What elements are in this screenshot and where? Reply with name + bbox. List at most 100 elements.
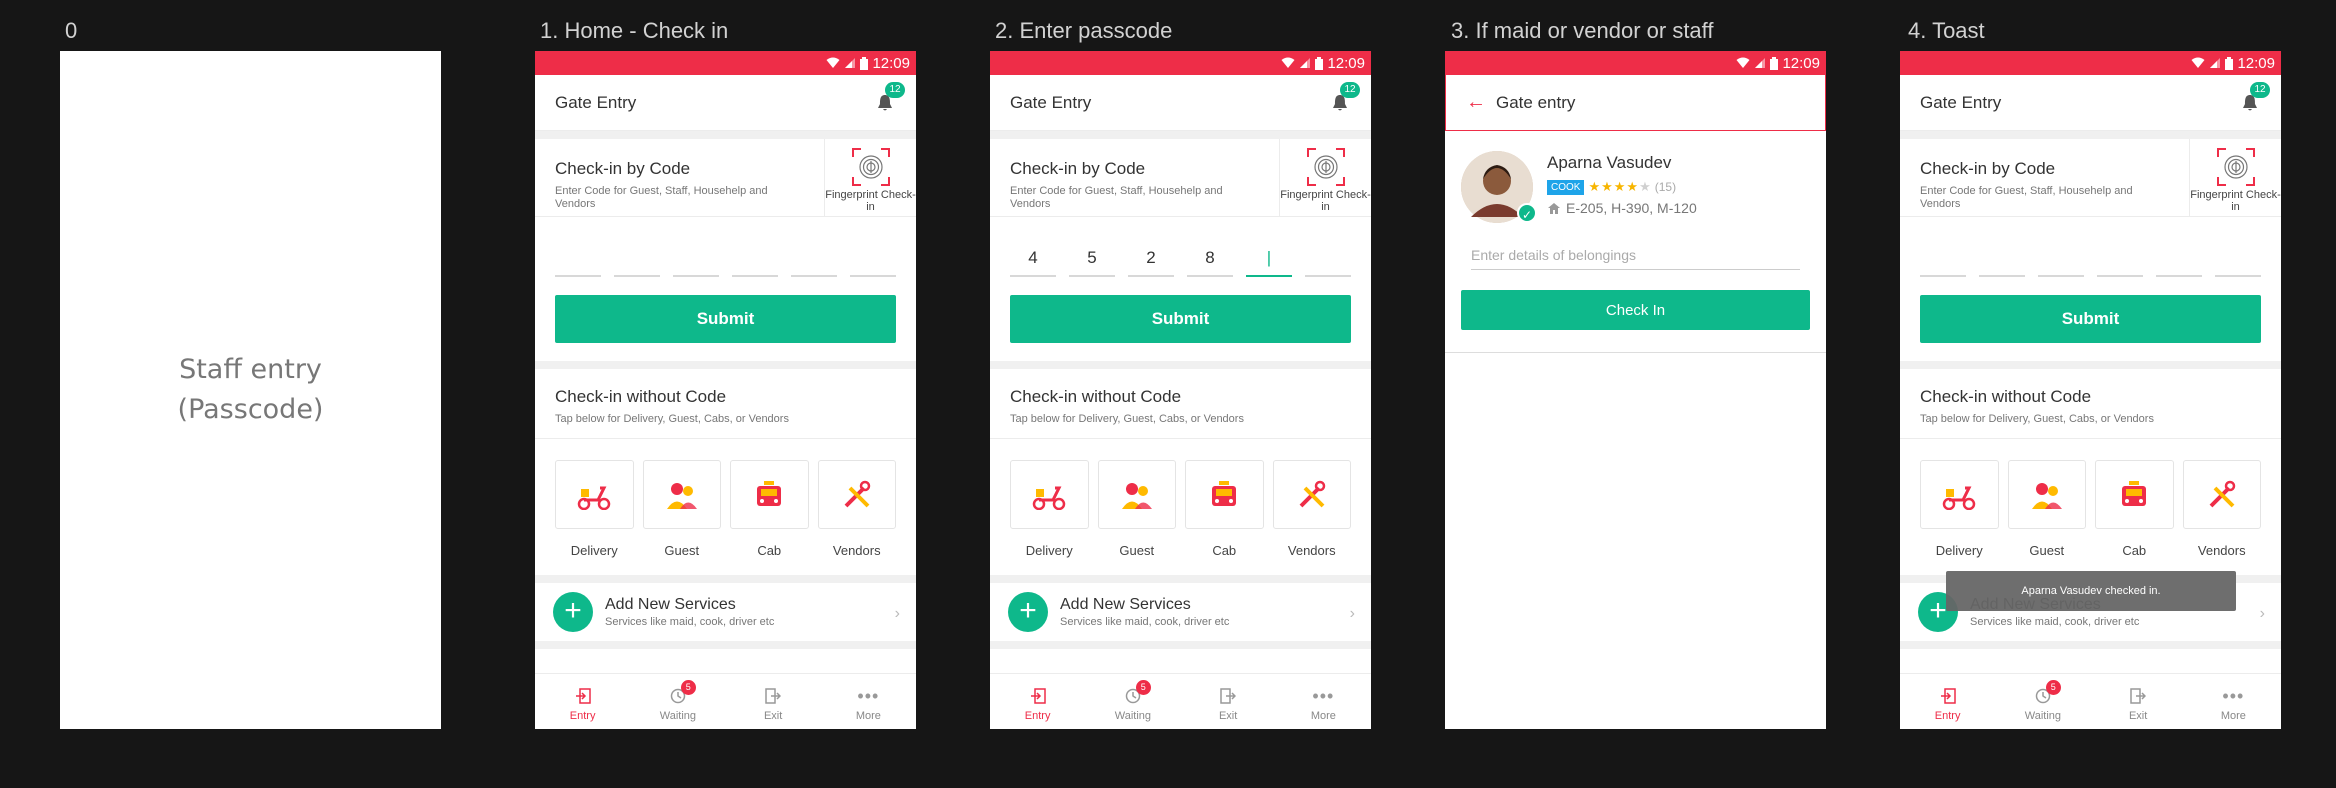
notification-bell[interactable]: 12: [874, 81, 905, 114]
services-row: Delivery Guest Cab Vendors: [535, 439, 916, 575]
cab-icon: [2122, 480, 2147, 506]
fingerprint-checkin-button[interactable]: Fingerprint Check-in: [2189, 139, 2281, 216]
service-cab[interactable]: Cab: [730, 460, 809, 575]
nav-exit[interactable]: Exit: [726, 674, 821, 729]
staff-address: E-205, H-390, M-120: [1566, 200, 1697, 216]
code-digit-active[interactable]: |: [1246, 239, 1292, 277]
staff-entry-placeholder: Staff entry (Passcode): [60, 51, 441, 729]
nav-entry[interactable]: Entry: [535, 674, 630, 729]
enter-passcode-screen: 12:09 Gate Entry 12 Check-in by Code Ent…: [990, 51, 1371, 729]
nav-more[interactable]: ••• More: [821, 674, 916, 729]
code-digit[interactable]: 4: [1010, 239, 1056, 277]
plus-icon: +: [553, 592, 593, 632]
nav-exit[interactable]: Exit: [2091, 674, 2186, 729]
exit-icon: [765, 688, 782, 704]
nav-more[interactable]: ••• More: [2186, 674, 2281, 729]
service-cab[interactable]: Cab: [2095, 460, 2174, 575]
code-digit[interactable]: [2097, 239, 2143, 277]
code-digit[interactable]: [1920, 239, 1966, 277]
fingerprint-label: Fingerprint Check-in: [1280, 189, 1371, 213]
nav-waiting-label: Waiting: [2024, 710, 2062, 722]
app-bar: ← Gate entry: [1445, 75, 1826, 131]
nav-waiting[interactable]: 5 Waiting: [1995, 674, 2090, 729]
code-digit[interactable]: 8: [1187, 239, 1233, 277]
notification-badge: 12: [1340, 81, 1360, 98]
code-digit[interactable]: 2: [1128, 239, 1174, 277]
nav-entry[interactable]: Entry: [1900, 674, 1995, 729]
code-digit[interactable]: [2215, 239, 2261, 277]
service-cab[interactable]: Cab: [1185, 460, 1264, 575]
chevron-right-icon: ›: [1349, 605, 1355, 622]
toast-screen: 12:09 Gate Entry 12 Check-in by Code Ent…: [1900, 51, 2281, 729]
service-vendors[interactable]: Vendors: [2182, 460, 2261, 575]
entry-icon: [575, 688, 591, 704]
entry-icon: [1940, 688, 1956, 704]
submit-button[interactable]: Submit: [1010, 295, 1351, 343]
home-icon: [1548, 202, 1560, 214]
submit-button[interactable]: Submit: [555, 295, 896, 343]
wifi-icon: [2191, 57, 2205, 68]
add-new-services-row[interactable]: + Add New Services Services like maid, c…: [535, 575, 916, 649]
nav-entry[interactable]: Entry: [990, 674, 1085, 729]
code-digit[interactable]: [2156, 239, 2202, 277]
code-digit[interactable]: [1305, 239, 1351, 277]
code-digit[interactable]: [791, 239, 837, 277]
app-bar: Gate Entry 12: [990, 75, 1371, 131]
checkin-without-code-subtitle: Tap below for Delivery, Guest, Cabs, or …: [1010, 413, 1244, 425]
waiting-badge: 5: [1135, 680, 1151, 695]
code-digit[interactable]: [673, 239, 719, 277]
service-delivery[interactable]: Delivery: [1920, 460, 1999, 575]
code-digit[interactable]: [614, 239, 660, 277]
service-label: Vendors: [832, 543, 881, 558]
add-services-title: Add New Services: [1060, 596, 1191, 613]
guest-icon: [1121, 482, 1152, 509]
code-digit[interactable]: [2038, 239, 2084, 277]
bottom-nav: Entry 5 Waiting Exit ••• More: [990, 673, 1371, 729]
fingerprint-checkin-button[interactable]: Fingerprint Check-in: [1279, 139, 1371, 216]
code-digit[interactable]: [732, 239, 778, 277]
fingerprint-checkin-button[interactable]: Fingerprint Check-in: [824, 139, 916, 216]
code-digit[interactable]: [555, 239, 601, 277]
nav-waiting[interactable]: 5 Waiting: [1085, 674, 1180, 729]
waiting-badge: 5: [2045, 680, 2061, 695]
staff-name: Aparna Vasudev: [1547, 153, 1672, 172]
checkin-without-code-subtitle: Tap below for Delivery, Guest, Cabs, or …: [555, 413, 789, 425]
nav-more-label: More: [855, 710, 881, 722]
service-guest[interactable]: Guest: [2007, 460, 2086, 575]
nav-exit[interactable]: Exit: [1181, 674, 1276, 729]
battery-icon: [860, 56, 869, 70]
nav-entry-label: Entry: [569, 710, 596, 722]
checkin-without-code-section: Check-in without Code Tap below for Deli…: [1900, 361, 2281, 439]
fingerprint-icon: [2216, 148, 2255, 186]
service-delivery[interactable]: Delivery: [1010, 460, 1089, 575]
code-digit[interactable]: 5: [1069, 239, 1115, 277]
checkin-without-code-title: Check-in without Code: [1010, 387, 1182, 406]
belongings-input[interactable]: Enter details of belongings: [1471, 247, 1800, 270]
placeholder-line-2: (Passcode): [177, 394, 324, 425]
signal-icon: [2210, 58, 2221, 68]
check-in-button[interactable]: Check In: [1461, 290, 1810, 330]
service-delivery[interactable]: Delivery: [555, 460, 634, 575]
nav-waiting[interactable]: 5 Waiting: [630, 674, 725, 729]
service-guest[interactable]: Guest: [1097, 460, 1176, 575]
code-digit[interactable]: [1979, 239, 2025, 277]
notification-bell[interactable]: 12: [1329, 81, 1360, 114]
wifi-icon: [826, 57, 840, 68]
bottom-nav: Entry 5 Waiting Exit ••• More: [1900, 673, 2281, 729]
submit-button[interactable]: Submit: [1920, 295, 2261, 343]
status-bar: 12:09: [535, 51, 916, 75]
nav-more[interactable]: ••• More: [1276, 674, 1371, 729]
back-arrow-icon[interactable]: ←: [1466, 91, 1486, 114]
add-new-services-row[interactable]: + Add New Services Services like maid, c…: [990, 575, 1371, 649]
nav-entry-label: Entry: [1934, 710, 1961, 722]
code-digit[interactable]: [850, 239, 896, 277]
notification-bell[interactable]: 12: [2239, 81, 2270, 114]
service-label: Delivery: [570, 543, 618, 558]
service-vendors[interactable]: Vendors: [1272, 460, 1351, 575]
checkin-by-code-card: Check-in by Code Enter Code for Guest, S…: [1900, 139, 2281, 217]
service-vendors[interactable]: Vendors: [817, 460, 896, 575]
service-guest[interactable]: Guest: [642, 460, 721, 575]
exit-icon: [2130, 688, 2147, 704]
status-bar: 12:09: [1900, 51, 2281, 75]
add-services-subtitle: Services like maid, cook, driver etc: [1060, 616, 1230, 628]
